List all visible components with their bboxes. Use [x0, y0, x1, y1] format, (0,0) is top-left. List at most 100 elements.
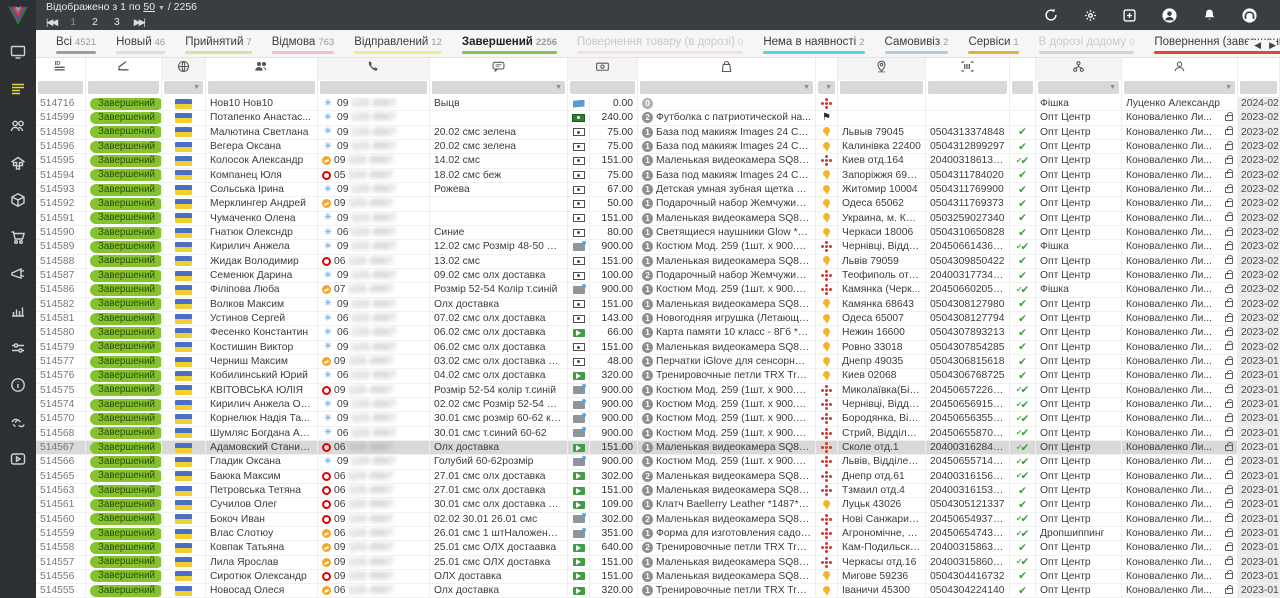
tab-1[interactable]: Всі4521 [46, 36, 106, 57]
table-row[interactable]: 514570ЗавершенийКорнелюк Надія Та...✳09 … [36, 412, 1280, 426]
table-row[interactable]: 514598ЗавершенийМалютина Светлана✳09 123… [36, 126, 1280, 140]
filter-input-name[interactable] [208, 81, 315, 94]
add-icon[interactable] [1122, 8, 1137, 23]
tabs-scroll-left[interactable]: ◀ [1254, 40, 1261, 51]
support-icon[interactable] [1241, 7, 1258, 24]
filter-input-id[interactable] [38, 81, 83, 94]
tab-4[interactable]: Відмова763 [262, 36, 344, 57]
table-row[interactable]: 514567ЗавершенийАдамовский Станис...06 1… [36, 441, 1280, 455]
sidebar-item-stats[interactable] [0, 295, 36, 332]
column-header-phone[interactable] [318, 58, 430, 80]
tab-6[interactable]: Завершений2256 [452, 36, 567, 57]
table-row[interactable]: 514594ЗавершенийКомпанец Юля05 123 45671… [36, 169, 1280, 183]
filter-input-money[interactable] [570, 81, 635, 94]
column-header-ttn[interactable] [926, 58, 1010, 80]
column-header-name[interactable] [206, 58, 318, 80]
sidebar-item-settings[interactable] [0, 332, 36, 369]
column-header-mark[interactable] [816, 58, 838, 80]
table-row[interactable]: 514596ЗавершенийВегера Оксана✳09 123 456… [36, 140, 1280, 154]
table-row[interactable]: 514592ЗавершенийМерклингер Андрей09 123 … [36, 197, 1280, 211]
table-row[interactable]: 514563ЗавершенийПетровська Тетяна06 123 … [36, 484, 1280, 498]
table-row[interactable]: 514575ЗавершенийКВІТОВСЬКА ЮЛІЯ09 123 45… [36, 384, 1280, 398]
notifications-icon[interactable] [1202, 7, 1217, 23]
table-row[interactable]: 514716ЗавершенийНов10 Нов10✳09 123 4567В… [36, 97, 1280, 111]
table-row[interactable]: 514595ЗавершенийКолосок Александр09 123 … [36, 154, 1280, 168]
table-row[interactable]: 514566ЗавершенийГладик Оксана✳09 123 456… [36, 455, 1280, 469]
filter-input-mgr[interactable]: ▼ [1124, 81, 1235, 94]
filter-input-chan[interactable]: ▼ [1038, 81, 1119, 94]
table-row[interactable]: 514555ЗавершенийНовосад Олеся06 123 4567… [36, 584, 1280, 598]
column-header-chk[interactable] [1010, 58, 1036, 80]
table-row[interactable]: 514565ЗавершенийБаюка Максим06 123 45672… [36, 470, 1280, 484]
column-header-id[interactable]: ID [36, 58, 86, 80]
last-page-button[interactable]: ▶▶| [134, 16, 144, 29]
tab-2[interactable]: Новый46 [106, 36, 175, 57]
tab-7[interactable]: Повернення товару (в дорозі)0 [567, 36, 753, 57]
table-row[interactable]: 514599ЗавершенийПотапенко Анастас...✳09 … [36, 111, 1280, 125]
table-row[interactable]: 514560ЗавершенийБокоч Иван09 123 456702.… [36, 513, 1280, 527]
filter-input-ttn[interactable] [928, 81, 1007, 94]
table-row[interactable]: 514580ЗавершенийФесенко Константин✳06 12… [36, 326, 1280, 340]
table-row[interactable]: 514589ЗавершенийКирилич Анжела✳09 123 45… [36, 240, 1280, 254]
column-header-money[interactable] [568, 58, 638, 80]
page-number-1[interactable]: 1 [70, 16, 76, 29]
table-row[interactable]: 514561ЗавершенийСучилов Олег06 123 45673… [36, 498, 1280, 512]
column-header-addr[interactable] [838, 58, 926, 80]
table-row[interactable]: 514568ЗавершенийШумляс Богдана Ан...✳06 … [36, 427, 1280, 441]
table-row[interactable]: 514588ЗавершенийЖидак Володимир06 123 45… [36, 255, 1280, 269]
column-header-note[interactable] [430, 58, 568, 80]
filter-input-note[interactable]: ▼ [432, 81, 565, 94]
sidebar-item-cart[interactable] [0, 221, 36, 258]
sidebar-item-campaigns[interactable] [0, 258, 36, 295]
column-header-chan[interactable] [1036, 58, 1122, 80]
table-row[interactable]: 514558ЗавершенийКовпак Татьяна09 123 456… [36, 541, 1280, 555]
tab-10[interactable]: Сервіси1 [958, 36, 1028, 57]
per-page-select[interactable]: 50 [143, 1, 155, 13]
sidebar-item-partners[interactable] [0, 406, 36, 443]
column-header-prod[interactable] [638, 58, 816, 80]
tab-9[interactable]: Самовивіз2 [875, 36, 959, 57]
sidebar-item-video[interactable] [0, 443, 36, 480]
table-row[interactable]: 514574ЗавершенийКирилич Анжела Ол...✳09 … [36, 398, 1280, 412]
gear-icon[interactable] [1083, 8, 1098, 23]
table-row[interactable]: 514577ЗавершенийЧерниш Максим09 123 4567… [36, 355, 1280, 369]
table-row[interactable]: 514591ЗавершенийЧумаченко Олена✳09 123 4… [36, 212, 1280, 226]
refresh-icon[interactable] [1043, 7, 1059, 23]
crm-logo[interactable] [0, 0, 36, 30]
filter-input-date[interactable] [1240, 81, 1277, 94]
table-row[interactable]: 514587ЗавершенийСеменюк Дарина✳09 123 45… [36, 269, 1280, 283]
filter-input-chk[interactable] [1012, 81, 1033, 94]
table-row[interactable]: 514582ЗавершенийВолков Максим✳09 123 456… [36, 298, 1280, 312]
sidebar-item-dashboard[interactable] [0, 36, 36, 73]
table-row[interactable]: 514590ЗавершенийГнатюк Олексндр✳06 123 4… [36, 226, 1280, 240]
column-header-mgr[interactable] [1122, 58, 1238, 80]
tab-5[interactable]: Відправлений12 [344, 36, 452, 57]
tab-8[interactable]: Нема в наявності2 [753, 36, 874, 57]
filter-input-mark[interactable]: ▼ [818, 81, 835, 94]
filter-input-phone[interactable] [320, 81, 427, 94]
page-number-3[interactable]: 3 [114, 16, 120, 29]
tabs-scroll-right[interactable]: ▶ [1269, 40, 1276, 51]
profile-icon[interactable] [1161, 7, 1178, 24]
column-header-date[interactable] [1238, 58, 1280, 80]
sidebar-item-clients[interactable] [0, 110, 36, 147]
filter-input-prod[interactable]: ▼ [640, 81, 813, 94]
tab-11[interactable]: В дорозі додому0 [1029, 36, 1145, 57]
sidebar-item-warehouse[interactable] [0, 147, 36, 184]
table-row[interactable]: 514576ЗавершенийКобилинський Юрий✳06 123… [36, 369, 1280, 383]
column-header-status[interactable] [86, 58, 162, 80]
table-row[interactable]: 514556ЗавершенийСиротюк Олександр09 123 … [36, 570, 1280, 584]
sidebar-item-info[interactable] [0, 369, 36, 406]
table-row[interactable]: 514593ЗавершенийСольська Ірина✳09 123 45… [36, 183, 1280, 197]
tab-3[interactable]: Прийнятий7 [175, 36, 262, 57]
filter-input-addr[interactable] [840, 81, 923, 94]
table-row[interactable]: 514581ЗавершенийУстинов Сергей✳06 123 45… [36, 312, 1280, 326]
table-row[interactable]: 514586ЗавершенийФіліпова Люба07 123 4567… [36, 283, 1280, 297]
page-number-2[interactable]: 2 [92, 16, 98, 29]
sidebar-item-products[interactable] [0, 184, 36, 221]
table-row[interactable]: 514579ЗавершенийКостишин Виктор✳09 123 4… [36, 341, 1280, 355]
sidebar-item-orders[interactable] [0, 73, 36, 110]
first-page-button[interactable]: |◀◀ [46, 16, 56, 29]
filter-input-flag[interactable]: ▼ [164, 81, 203, 94]
table-row[interactable]: 514559ЗавершенийВлас Слотюу06 123 456726… [36, 527, 1280, 541]
